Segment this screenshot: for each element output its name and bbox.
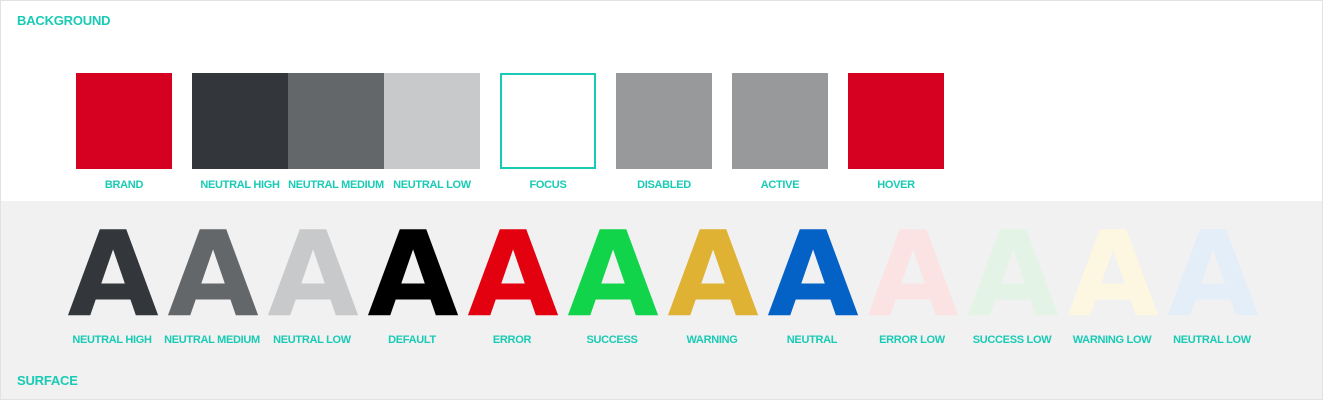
letter-glyph: A: [567, 205, 658, 343]
letter-neutral-low: A NEUTRAL LOW: [262, 205, 362, 346]
letter-neutral-medium: A NEUTRAL MEDIUM: [162, 205, 262, 346]
letter-label: NEUTRAL LOW: [1173, 334, 1251, 346]
swatch-active: ACTIVE: [732, 73, 828, 191]
letter-neutral-high: A NEUTRAL HIGH: [62, 205, 162, 346]
letter-glyph: A: [967, 205, 1058, 343]
swatch-focus: FOCUS: [500, 73, 596, 191]
swatch-box: [500, 73, 596, 169]
letter-glyph: A: [267, 205, 358, 343]
swatch-disabled: DISABLED: [616, 73, 712, 191]
background-title: BACKGROUND: [17, 13, 111, 28]
surface-section: A NEUTRAL HIGH A NEUTRAL MEDIUM A NEUTRA…: [1, 201, 1322, 399]
letter-neutral: A NEUTRAL: [762, 205, 862, 346]
swatch-box: [192, 73, 288, 169]
swatch-box: [76, 73, 172, 169]
swatch-neutral-low: NEUTRAL LOW: [384, 73, 480, 191]
letter-glyph: A: [767, 205, 858, 343]
letter-warning-low: A WARNING LOW: [1062, 205, 1162, 346]
color-tokens-panel: BACKGROUND BRAND NEUTRAL HIGH NEUTRAL ME…: [0, 0, 1323, 400]
swatch-box: [288, 73, 384, 169]
letter-error: A ERROR: [462, 205, 562, 346]
swatch-box: [384, 73, 480, 169]
letter-default: A DEFAULT: [362, 205, 462, 346]
letter-glyph: A: [167, 205, 258, 343]
letter-neutral-low-2: A NEUTRAL LOW: [1162, 205, 1262, 346]
letter-warning: A WARNING: [662, 205, 762, 346]
letter-glyph: A: [67, 205, 158, 343]
letter-glyph: A: [467, 205, 558, 343]
letter-success: A SUCCESS: [562, 205, 662, 346]
surface-title: SURFACE: [17, 373, 78, 388]
swatch-label: HOVER: [877, 179, 915, 191]
letter-glyph: A: [667, 205, 758, 343]
letter-error-low: A ERROR LOW: [862, 205, 962, 346]
swatch-brand: BRAND: [76, 73, 172, 191]
swatch-box: [848, 73, 944, 169]
swatch-box: [616, 73, 712, 169]
swatch-neutral-medium: NEUTRAL MEDIUM: [288, 73, 384, 191]
swatch-box: [732, 73, 828, 169]
letter-glyph: A: [367, 205, 458, 343]
letter-glyph: A: [1167, 205, 1258, 343]
swatch-neutral-high: NEUTRAL HIGH: [192, 73, 288, 191]
letter-glyph: A: [1067, 205, 1158, 343]
background-section: BACKGROUND BRAND NEUTRAL HIGH NEUTRAL ME…: [1, 1, 1322, 201]
letter-glyph: A: [867, 205, 958, 343]
letter-success-low: A SUCCESS LOW: [962, 205, 1062, 346]
swatch-hover: HOVER: [848, 73, 944, 191]
